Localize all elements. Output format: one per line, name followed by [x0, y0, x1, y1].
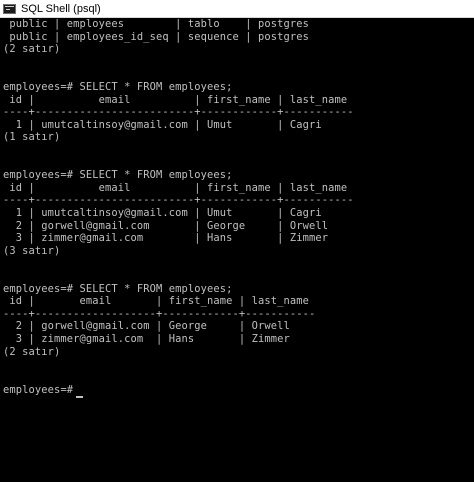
- row-count: (2 satır): [3, 43, 61, 55]
- command-line: employees=# SELECT * FROM employees;: [3, 81, 233, 93]
- table-row: 2 | gorwell@gmail.com | George | Orwell: [3, 220, 329, 232]
- table-row: 1 | umutcaltinsoy@gmail.com | Umut | Cag…: [3, 207, 322, 219]
- command-line: employees=# SELECT * FROM employees;: [3, 283, 233, 295]
- text-cursor: [76, 396, 83, 398]
- table-divider: ----+-------------------+------------+--…: [3, 308, 316, 320]
- table-divider: ----+-------------------------+---------…: [3, 194, 354, 206]
- table-row: 3 | zimmer@gmail.com | Hans | Zimmer: [3, 232, 329, 244]
- sql-shell-window: SQL Shell (psql) public | employees | ta…: [0, 0, 474, 482]
- table-row: 3 | zimmer@gmail.com | Hans | Zimmer: [3, 333, 290, 345]
- title-bar[interactable]: SQL Shell (psql): [0, 0, 474, 18]
- table-row: 1 | umutcaltinsoy@gmail.com | Umut | Cag…: [3, 119, 322, 131]
- table-header: id | email | first_name | last_name: [3, 182, 348, 194]
- window-title: SQL Shell (psql): [21, 2, 101, 15]
- output-line: public | employees_id_seq | sequence | p…: [3, 31, 310, 43]
- row-count: (2 satır): [3, 346, 61, 358]
- command-line: employees=# SELECT * FROM employees;: [3, 169, 233, 181]
- row-count: (1 satır): [3, 131, 61, 143]
- table-row: 2 | gorwell@gmail.com | George | Orwell: [3, 320, 290, 332]
- output-line: public | employees | tablo | postgres: [3, 18, 310, 30]
- terminal-console[interactable]: public | employees | tablo | postgres pu…: [0, 18, 474, 482]
- prompt-line[interactable]: employees=#: [3, 384, 80, 396]
- row-count: (3 satır): [3, 245, 61, 257]
- table-header: id | email | first_name | last_name: [3, 94, 348, 106]
- terminal-app-icon: [3, 3, 16, 14]
- table-divider: ----+-------------------------+---------…: [3, 106, 354, 118]
- table-header: id | email | first_name | last_name: [3, 295, 310, 307]
